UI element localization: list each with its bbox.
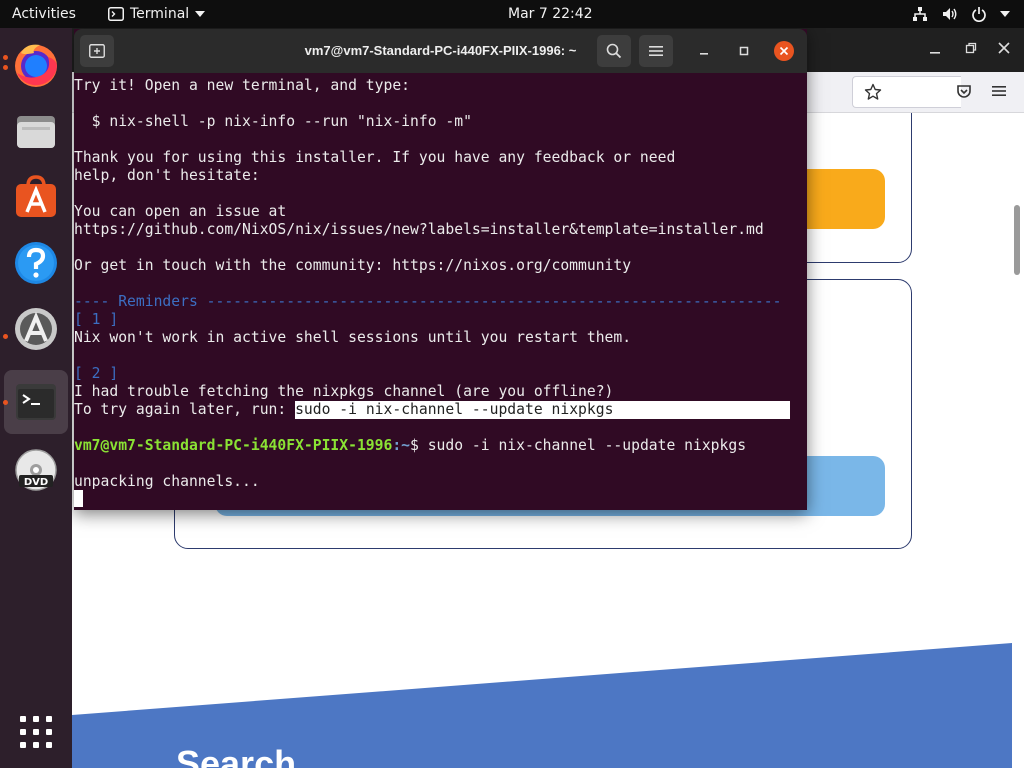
running-indicator (3, 55, 8, 60)
terminal-output[interactable]: Try it! Open a new terminal, and type: $… (74, 73, 807, 510)
output-line: I had trouble fetching the nixpkgs chann… (74, 383, 614, 400)
menu-button[interactable] (639, 35, 673, 67)
running-indicator (3, 65, 8, 70)
hamburger-menu-icon (649, 46, 663, 56)
running-indicator (3, 334, 8, 339)
output-line: Nix won't work in active shell sessions … (74, 329, 632, 346)
reminders-divider: ---- Reminders -------------------------… (74, 293, 782, 310)
command-text: $ sudo -i nix-channel --update nixpkgs (410, 437, 747, 454)
minimize-icon[interactable] (929, 42, 941, 54)
reminder-index: [ 2 ] (74, 365, 119, 382)
close-icon[interactable] (998, 42, 1010, 54)
files-icon (17, 116, 55, 148)
output-line: Try it! Open a new terminal, and type: (74, 77, 411, 94)
volume-icon[interactable] (942, 6, 958, 22)
output-line: You can open an issue at (74, 203, 287, 220)
show-applications-icon (20, 716, 52, 748)
output-line: help, don't hesitate: (74, 167, 260, 184)
terminal-icon (16, 384, 56, 420)
app-menu-label: Terminal (130, 6, 190, 22)
minimize-button[interactable] (694, 41, 714, 61)
prompt-user-host: vm7@vm7-Standard-PC-i440FX-PIIX-1996 (74, 437, 393, 454)
search-heading: Search (176, 743, 297, 768)
dock-item-help[interactable] (4, 231, 68, 295)
power-icon[interactable] (972, 6, 986, 22)
software-updater-icon (15, 308, 57, 350)
dock-item-firefox[interactable] (3, 33, 68, 97)
output-line: Thank you for using this installer. If y… (74, 149, 676, 166)
bookmark-star-icon[interactable] (864, 83, 882, 101)
terminal-small-icon (108, 7, 124, 21)
app-menu[interactable]: Terminal (108, 0, 206, 28)
dock-item-app-center[interactable] (4, 165, 68, 229)
dvd-icon: DVD (15, 449, 57, 491)
activities-button[interactable]: Activities (12, 0, 76, 28)
output-line: https://github.com/NixOS/nix/issues/new?… (74, 221, 764, 238)
output-line: Or get in touch with the community: http… (74, 257, 632, 274)
output-line: unpacking channels... (74, 473, 260, 490)
terminal-window: vm7@vm7-Standard-PC-i440FX-PIIX-1996: ~ … (74, 29, 807, 510)
dock-item-dvd[interactable]: DVD (4, 438, 68, 502)
prompt-path: :~ (392, 437, 411, 454)
search-icon (606, 43, 622, 59)
restore-icon[interactable] (965, 42, 977, 54)
help-icon (15, 242, 57, 284)
dock-item-software-updater[interactable] (3, 297, 68, 361)
running-indicator (3, 400, 8, 405)
top-bar: Activities Terminal Mar 7 22:42 (0, 0, 1024, 28)
dock: DVD (0, 28, 72, 768)
app-center-icon (16, 175, 56, 217)
system-tray[interactable] (912, 0, 1010, 28)
maximize-button[interactable] (734, 41, 754, 61)
network-icon[interactable] (912, 6, 928, 22)
output-line: $ nix-shell -p nix-info --run "nix-info … (74, 113, 472, 130)
minimize-icon (700, 53, 708, 55)
chevron-down-icon (195, 11, 206, 17)
close-icon (779, 46, 789, 56)
dock-item-show-applications[interactable] (4, 700, 68, 764)
clock[interactable]: Mar 7 22:42 (508, 0, 593, 28)
output-line: To try again later, run: sudo -i nix-cha… (74, 401, 791, 419)
maximize-icon (739, 46, 749, 56)
svg-text:DVD: DVD (24, 477, 48, 488)
chevron-down-icon[interactable] (1000, 10, 1010, 18)
prompt-line: vm7@vm7-Standard-PC-i440FX-PIIX-1996:~$ … (74, 437, 746, 455)
search-button[interactable] (597, 35, 631, 67)
browser-scrollbar[interactable] (1014, 205, 1020, 275)
terminal-headerbar[interactable]: vm7@vm7-Standard-PC-i440FX-PIIX-1996: ~ (74, 29, 807, 73)
selected-text[interactable]: sudo -i nix-channel --update nixpkgs (295, 401, 791, 419)
pocket-icon[interactable] (956, 83, 972, 99)
close-button[interactable] (774, 41, 794, 61)
dock-item-terminal[interactable] (3, 370, 68, 434)
text-cursor (74, 490, 83, 507)
reminder-index: [ 1 ] (74, 311, 119, 328)
firefox-icon (15, 44, 57, 87)
hamburger-menu-icon[interactable] (992, 84, 1006, 98)
output-text: To try again later, run: (74, 401, 296, 418)
dock-item-files[interactable] (4, 99, 68, 163)
